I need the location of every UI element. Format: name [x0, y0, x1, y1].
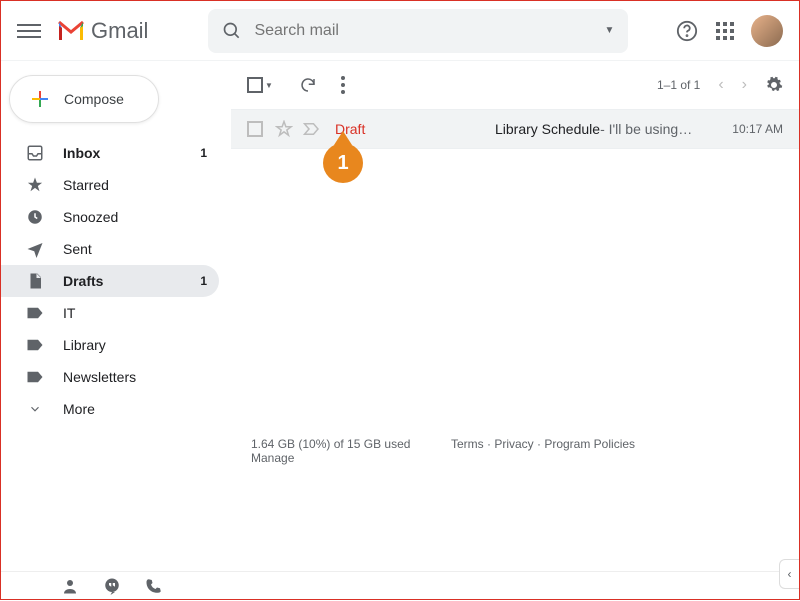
- sidebar-item-more[interactable]: More: [1, 393, 219, 425]
- row-sender: Draft: [335, 121, 495, 137]
- sidebar-item-starred[interactable]: Starred: [1, 169, 219, 201]
- drafts-icon: [25, 272, 45, 290]
- sent-icon: [25, 240, 45, 258]
- chevron-down-icon: [25, 402, 45, 416]
- label-icon: [25, 370, 45, 384]
- search-options-dropdown[interactable]: ▼: [605, 25, 615, 36]
- side-panel-toggle[interactable]: ‹: [779, 559, 799, 589]
- google-apps-icon[interactable]: [713, 19, 737, 43]
- compose-button[interactable]: Compose: [9, 75, 159, 123]
- account-avatar[interactable]: [751, 15, 783, 47]
- pagination-range: 1–1 of 1: [657, 78, 700, 92]
- row-checkbox[interactable]: [247, 121, 263, 137]
- inbox-icon: [25, 144, 45, 162]
- sidebar-item-label: More: [63, 401, 95, 417]
- hangouts-icon[interactable]: [103, 577, 121, 595]
- sidebar-item-label: Starred: [63, 177, 109, 193]
- sidebar-item-count: 1: [200, 146, 207, 160]
- next-page-button[interactable]: ›: [742, 76, 747, 94]
- compose-label: Compose: [64, 91, 124, 107]
- message-row[interactable]: Draft Library Schedule - I'll be using… …: [231, 109, 799, 149]
- settings-button[interactable]: [765, 76, 783, 94]
- select-all-checkbox[interactable]: [247, 77, 263, 93]
- sidebar-item-drafts[interactable]: Drafts 1: [1, 265, 219, 297]
- star-icon: [25, 176, 45, 194]
- sidebar-item-label: Sent: [63, 241, 92, 257]
- sidebar-item-count: 1: [200, 274, 207, 288]
- sidebar-item-inbox[interactable]: Inbox 1: [1, 137, 219, 169]
- row-subject: Library Schedule - I'll be using…: [495, 121, 732, 137]
- sidebar: Compose Inbox 1 Starred Snoozed Sent: [1, 61, 231, 601]
- star-icon[interactable]: [275, 120, 293, 138]
- gmail-logo-text: Gmail: [91, 18, 148, 44]
- main-menu-button[interactable]: [17, 19, 41, 43]
- gmail-logo[interactable]: Gmail: [57, 18, 148, 44]
- sidebar-item-library[interactable]: Library: [1, 329, 219, 361]
- refresh-button[interactable]: [299, 76, 317, 94]
- footer: 1.64 GB (10%) of 15 GB used Manage Terms…: [231, 421, 799, 481]
- toolbar: ▼ 1–1 of 1 ‹ ›: [231, 61, 799, 109]
- importance-marker-icon[interactable]: [303, 122, 321, 136]
- plus-icon: [30, 89, 50, 109]
- phone-icon[interactable]: [145, 577, 163, 595]
- sidebar-item-it[interactable]: IT: [1, 297, 219, 329]
- clock-icon: [25, 208, 45, 226]
- hangouts-bar: [1, 571, 799, 599]
- row-time: 10:17 AM: [732, 122, 783, 136]
- manage-storage-link[interactable]: Manage: [251, 451, 451, 465]
- select-dropdown[interactable]: ▼: [265, 81, 273, 90]
- footer-links[interactable]: Terms · Privacy · Program Policies: [451, 437, 635, 465]
- support-icon[interactable]: [675, 19, 699, 43]
- sidebar-item-label: Newsletters: [63, 369, 136, 385]
- sidebar-item-sent[interactable]: Sent: [1, 233, 219, 265]
- storage-text: 1.64 GB (10%) of 15 GB used: [251, 437, 451, 451]
- gmail-m-icon: [57, 20, 85, 42]
- prev-page-button[interactable]: ‹: [718, 76, 723, 94]
- search-input[interactable]: [254, 22, 604, 40]
- label-icon: [25, 306, 45, 320]
- sidebar-item-snoozed[interactable]: Snoozed: [1, 201, 219, 233]
- sidebar-item-newsletters[interactable]: Newsletters: [1, 361, 219, 393]
- more-button[interactable]: [341, 76, 345, 94]
- main-panel: ▼ 1–1 of 1 ‹ › Draft Library Schedule - …: [231, 61, 799, 601]
- sidebar-item-label: Library: [63, 337, 106, 353]
- sidebar-item-label: Snoozed: [63, 209, 118, 225]
- sidebar-item-label: IT: [63, 305, 75, 321]
- search-box[interactable]: ▼: [208, 9, 628, 53]
- header: Gmail ▼: [1, 1, 799, 61]
- label-icon: [25, 338, 45, 352]
- sidebar-item-label: Drafts: [63, 273, 103, 289]
- search-icon: [222, 21, 242, 41]
- contacts-icon[interactable]: [61, 577, 79, 595]
- sidebar-item-label: Inbox: [63, 145, 100, 161]
